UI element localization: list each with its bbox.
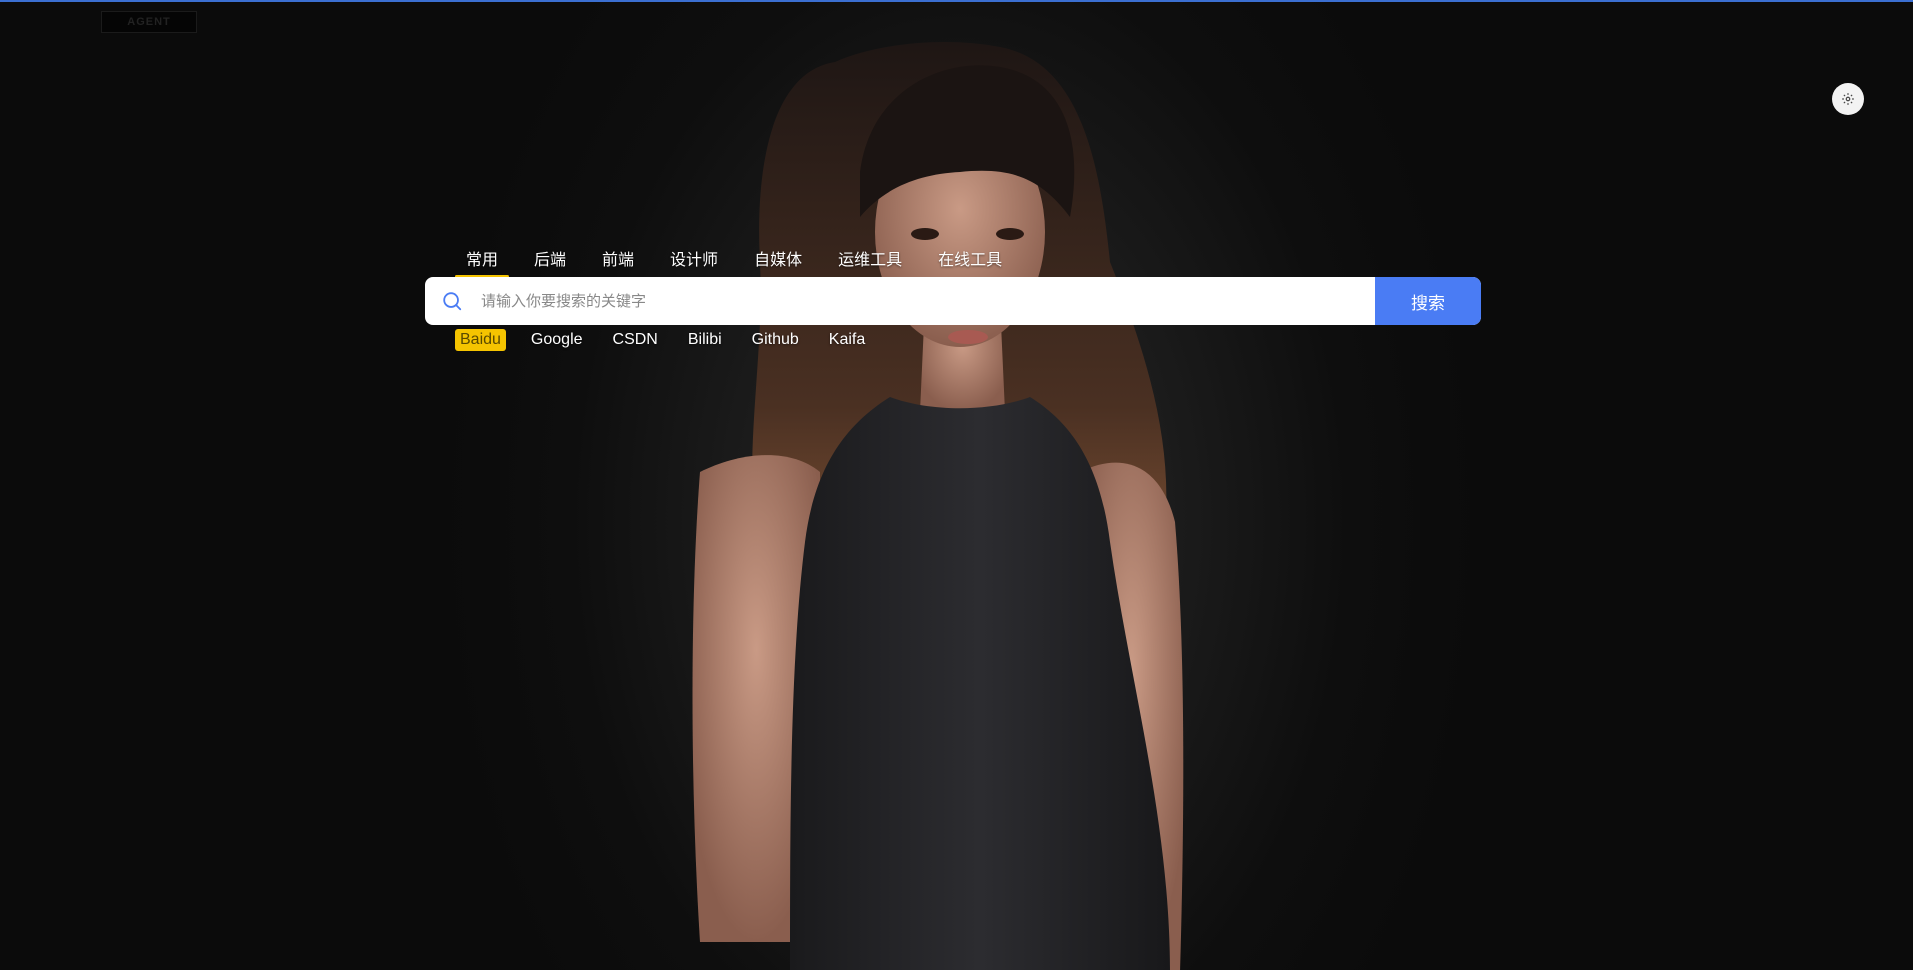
engine-google[interactable]: Google — [526, 329, 588, 351]
search-button[interactable]: 搜索 — [1375, 277, 1481, 325]
gear-icon — [1842, 93, 1854, 105]
search-input[interactable] — [479, 277, 1375, 325]
search-engine-list: Baidu Google CSDN Bilibi Github Kaifa — [455, 329, 890, 351]
tab-设计师[interactable]: 设计师 — [659, 242, 729, 278]
tab-自媒体[interactable]: 自媒体 — [743, 242, 813, 278]
engine-github[interactable]: Github — [747, 329, 804, 351]
engine-bilibi[interactable]: Bilibi — [683, 329, 727, 351]
page: AGENT 常用 后端 前端 设计师 自媒体 运维工具 在线工具 搜索 Baid… — [0, 0, 1913, 970]
search-icon — [443, 292, 462, 311]
engine-csdn[interactable]: CSDN — [608, 329, 663, 351]
engine-kaifa[interactable]: Kaifa — [824, 329, 870, 351]
settings-button[interactable] — [1832, 83, 1864, 115]
tab-常用[interactable]: 常用 — [455, 242, 510, 278]
engine-baidu[interactable]: Baidu — [455, 329, 506, 351]
background-image — [692, 42, 1184, 970]
search-bar: 搜索 — [425, 277, 1481, 325]
tab-在线工具[interactable]: 在线工具 — [927, 242, 1013, 278]
tab-后端[interactable]: 后端 — [523, 242, 577, 278]
tab-前端[interactable]: 前端 — [591, 242, 645, 278]
site-logo[interactable]: AGENT — [101, 11, 197, 33]
search-icon-container — [425, 277, 479, 325]
category-tabs: 常用 后端 前端 设计师 自媒体 运维工具 在线工具 — [455, 242, 1027, 278]
tab-运维工具[interactable]: 运维工具 — [827, 242, 913, 278]
